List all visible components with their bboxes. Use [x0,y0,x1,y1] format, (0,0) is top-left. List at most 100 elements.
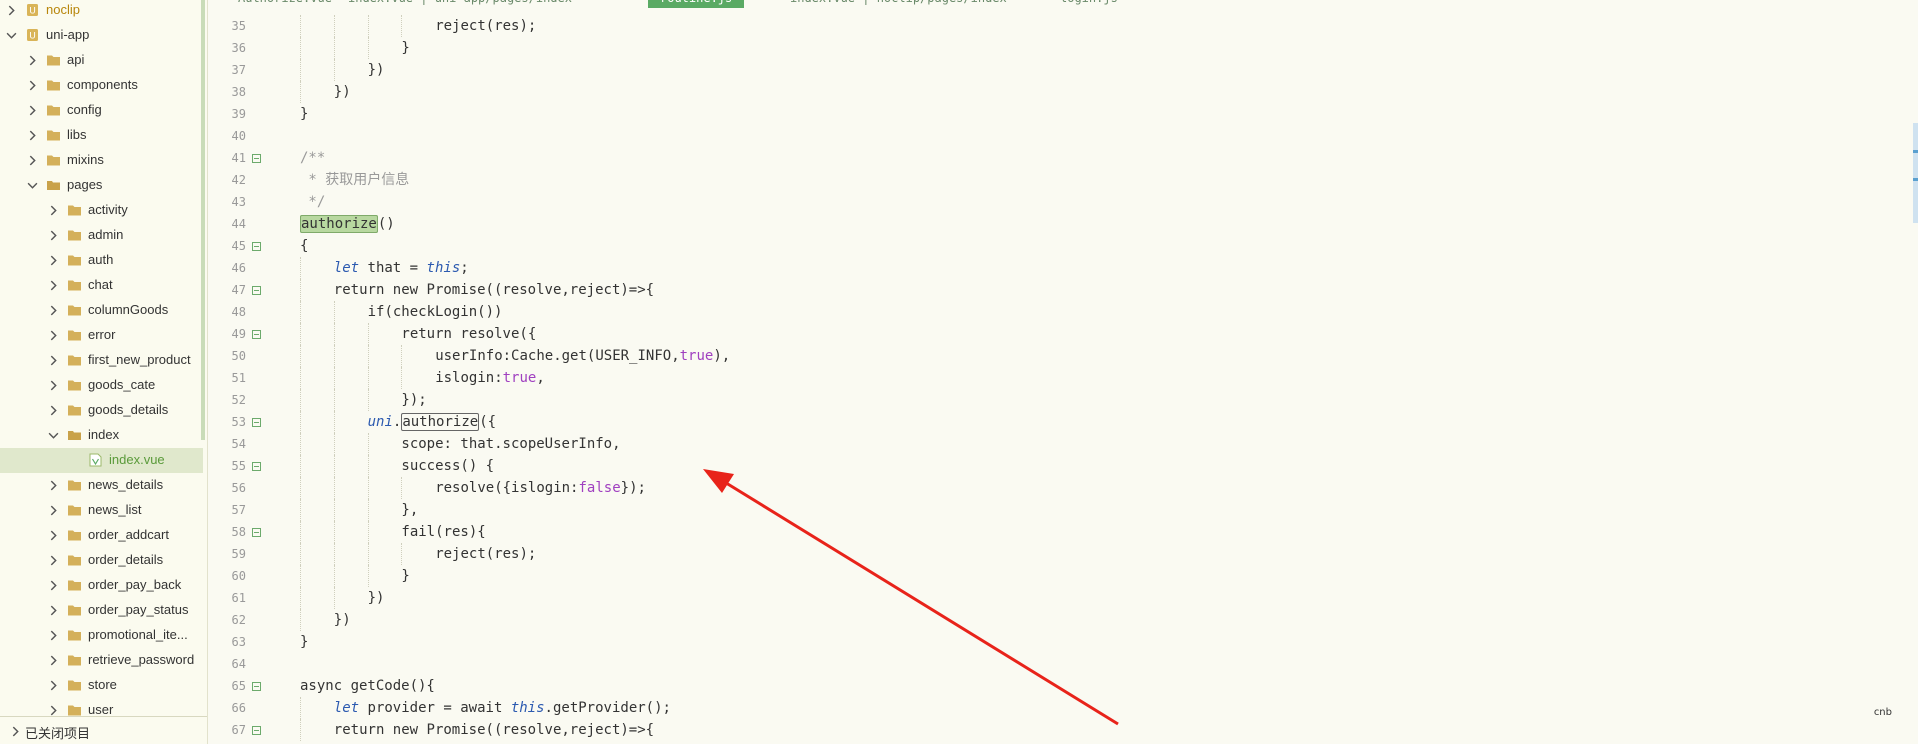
tree-folder-item[interactable]: activity [0,198,203,223]
chevron-right-icon[interactable] [48,380,59,391]
fold-toggle-icon[interactable] [252,242,261,251]
chevron-right-icon[interactable] [48,680,59,691]
fold-toggle-icon[interactable] [252,726,261,735]
tree-folder-item[interactable]: retrieve_password [0,648,203,673]
code-line[interactable]: reject(res); [435,543,536,565]
tree-folder-item[interactable]: index [0,423,203,448]
code-line[interactable]: } [401,565,409,587]
code-line[interactable]: authorize() [300,213,395,235]
code-line[interactable]: fail(res){ [401,521,485,543]
tree-folder-item[interactable]: chat [0,273,203,298]
chevron-right-icon[interactable] [48,655,59,666]
chevron-right-icon[interactable] [48,305,59,316]
chevron-down-icon[interactable] [27,180,38,191]
chevron-right-icon[interactable] [27,130,38,141]
code-line[interactable]: resolve({islogin:false}); [435,477,646,499]
tree-folder-item[interactable]: config [0,98,203,123]
code-line[interactable]: uni.authorize({ [368,411,496,433]
code-line[interactable]: }) [368,587,385,609]
code-line[interactable]: if(checkLogin()) [368,301,503,323]
editor-tab[interactable]: index.vue | uni-app/pages/index [348,0,572,8]
code-line[interactable]: /** [300,147,325,169]
tree-folder-item[interactable]: auth [0,248,203,273]
tree-folder-item[interactable]: goods_cate [0,373,203,398]
fold-toggle-icon[interactable] [252,462,261,471]
chevron-right-icon[interactable] [48,330,59,341]
tree-folder-item[interactable]: news_list [0,498,203,523]
tree-folder-item[interactable]: api [0,48,203,73]
code-line[interactable]: }) [334,81,351,103]
tree-folder-item[interactable]: libs [0,123,203,148]
tree-folder-item[interactable]: promotional_ite... [0,623,203,648]
chevron-down-icon[interactable] [48,430,59,441]
code-line[interactable]: return resolve({ [401,323,536,345]
tree-folder-item[interactable]: news_details [0,473,203,498]
chevron-right-icon[interactable] [27,55,38,66]
chevron-right-icon[interactable] [48,705,59,716]
chevron-right-icon[interactable] [48,480,59,491]
code-line[interactable]: success() { [401,455,494,477]
chevron-right-icon[interactable] [48,555,59,566]
fold-toggle-icon[interactable] [252,286,261,295]
fold-toggle-icon[interactable] [252,682,261,691]
tree-folder-item[interactable]: Unoclip [0,0,203,23]
editor-tab[interactable]: login.js [1060,0,1118,8]
chevron-right-icon[interactable] [27,155,38,166]
tree-folder-item[interactable]: store [0,673,203,698]
chevron-right-icon[interactable] [27,105,38,116]
code-line[interactable]: } [300,631,308,653]
code-line[interactable]: }); [401,389,426,411]
tree-folder-item[interactable]: order_pay_status [0,598,203,623]
chevron-right-icon[interactable] [6,5,17,16]
tree-folder-item[interactable]: order_addcart [0,523,203,548]
editor-tab[interactable]: index.vue | noclip/pages/index [790,0,1007,8]
chevron-right-icon[interactable] [48,255,59,266]
code-line[interactable]: }) [368,59,385,81]
chevron-right-icon[interactable] [48,505,59,516]
code-line[interactable]: islogin:true, [435,367,545,389]
tree-file-item[interactable]: index.vue [0,448,203,473]
tree-folder-item[interactable]: first_new_product [0,348,203,373]
tree-folder-item[interactable]: admin [0,223,203,248]
chevron-right-icon[interactable] [48,605,59,616]
tree-folder-item[interactable]: order_pay_back [0,573,203,598]
chevron-right-icon[interactable] [27,80,38,91]
chevron-right-icon[interactable] [48,630,59,641]
code-line[interactable]: } [300,103,308,125]
fold-toggle-icon[interactable] [252,528,261,537]
tree-folder-item[interactable]: mixins [0,148,203,173]
sidebar-scrollbar[interactable] [201,0,205,440]
code-line[interactable]: async getCode(){ [300,675,435,697]
tree-folder-item[interactable]: error [0,323,203,348]
tree-folder-item[interactable]: components [0,73,203,98]
fold-toggle-icon[interactable] [252,154,261,163]
tree-folder-item[interactable]: order_details [0,548,203,573]
tree-folder-item[interactable]: goods_details [0,398,203,423]
chevron-right-icon[interactable] [48,355,59,366]
code-line[interactable]: { [300,235,308,257]
chevron-right-icon[interactable] [48,530,59,541]
code-line[interactable]: return new Promise((resolve,reject)=>{ [334,279,654,301]
chevron-right-icon[interactable] [48,280,59,291]
tree-folder-item[interactable]: columnGoods [0,298,203,323]
chevron-right-icon[interactable] [48,205,59,216]
chevron-down-icon[interactable] [6,30,17,41]
fold-toggle-icon[interactable] [252,418,261,427]
code-line[interactable]: let that = this; [334,257,469,279]
tree-folder-item[interactable]: Uuni-app [0,23,203,48]
editor-tab[interactable]: Authorize.vue [238,0,332,8]
code-line[interactable]: * 获取用户信息 [300,169,409,191]
code-line[interactable]: } [401,37,409,59]
code-line[interactable]: let provider = await this.getProvider(); [334,697,671,719]
closed-projects-section[interactable]: 已关闭项目 [0,716,207,744]
fold-toggle-icon[interactable] [252,330,261,339]
code-line[interactable]: reject(res); [435,15,536,37]
chevron-right-icon[interactable] [48,405,59,416]
code-line[interactable]: scope: that.scopeUserInfo, [401,433,620,455]
code-line[interactable]: }) [334,609,351,631]
code-line[interactable]: userInfo:Cache.get(USER_INFO,true), [435,345,730,367]
chevron-right-icon[interactable] [48,230,59,241]
code-line[interactable]: return new Promise((resolve,reject)=>{ [334,719,654,741]
code-editor[interactable]: 35 36 37 38 39 40 41 42 43 44 45 46 47 48 49 50 51 52 53 54… [208,8,1918,744]
code-line[interactable]: }, [401,499,418,521]
